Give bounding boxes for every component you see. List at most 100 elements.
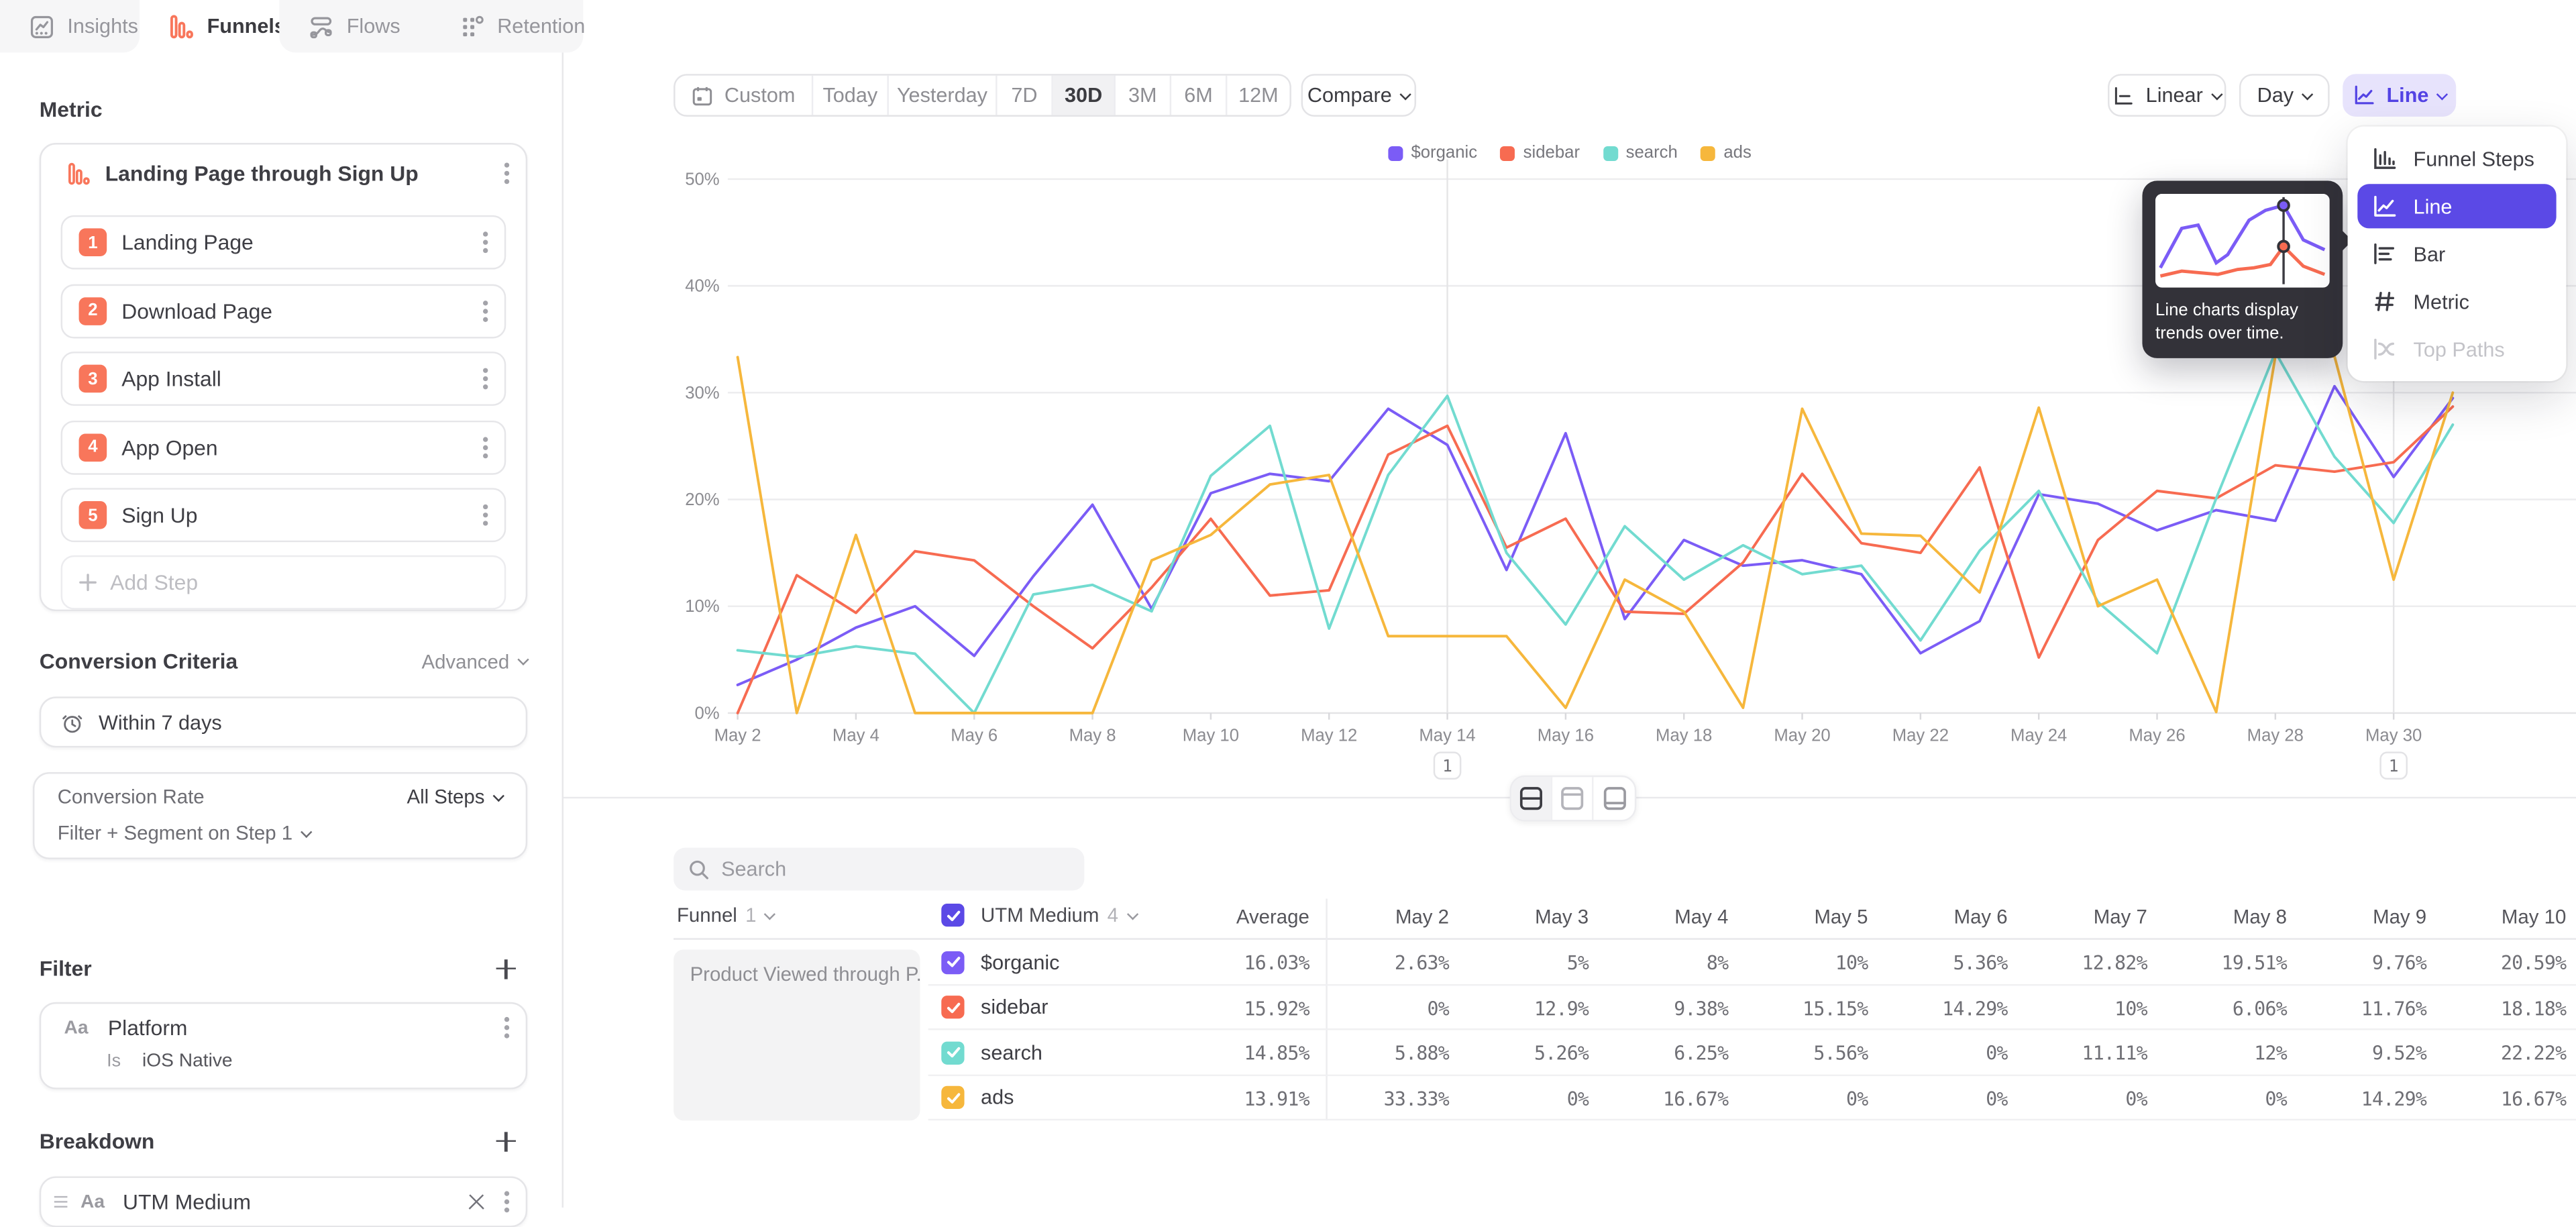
column-header-date[interactable]: May 3: [1457, 905, 1589, 928]
search-input[interactable]: [721, 857, 1050, 880]
breakdown-card[interactable]: Aa UTM Medium: [40, 1176, 527, 1227]
funnel-step-row[interactable]: 2Download Page: [61, 283, 506, 337]
svg-text:May 16: May 16: [1538, 726, 1594, 745]
funnel-metric-card: Landing Page through Sign Up 1Landing Pa…: [40, 143, 527, 611]
date-value: 19.51%: [2155, 951, 2287, 974]
menu-item-top-paths[interactable]: Top Paths: [2357, 327, 2556, 371]
range-3m[interactable]: 3M: [1116, 76, 1171, 115]
funnel-step-row[interactable]: 4App Open: [61, 420, 506, 474]
series-cell: ads: [941, 1075, 1014, 1120]
column-header-average[interactable]: Average: [1178, 905, 1309, 928]
menu-item-metric[interactable]: Metric: [2357, 279, 2556, 323]
svg-text:10%: 10%: [685, 597, 719, 616]
chevron-down-icon: [1126, 908, 1138, 919]
scale-dropdown[interactable]: Linear: [2108, 74, 2226, 117]
column-header-date[interactable]: May 5: [1737, 905, 1868, 928]
conversion-window-card[interactable]: Within 7 days: [40, 696, 527, 747]
tooltip-text: Line charts display trends over time.: [2155, 299, 2330, 345]
date-value: 12.82%: [2016, 951, 2147, 974]
range-yesterday[interactable]: Yesterday: [889, 76, 998, 115]
svg-text:1: 1: [2389, 756, 2399, 776]
series-checkbox[interactable]: [941, 996, 964, 1019]
date-value: 5.56%: [1737, 1042, 1868, 1065]
series-checkbox[interactable]: [941, 1086, 964, 1109]
add-breakdown-button[interactable]: [496, 1131, 516, 1151]
date-value: 18.18%: [2434, 996, 2566, 1019]
select-all-checkbox[interactable]: [941, 904, 964, 926]
search-icon: [688, 859, 710, 880]
range-custom[interactable]: Custom: [676, 76, 814, 115]
step-label: App Install: [121, 366, 483, 391]
tab-insights[interactable]: Insights: [0, 0, 140, 52]
conversion-rate-steps-dropdown[interactable]: All Steps: [407, 786, 502, 808]
layout-top-panel-button[interactable]: [1552, 777, 1593, 820]
step-menu-button[interactable]: [483, 436, 488, 458]
menu-item-label: Metric: [2414, 290, 2469, 313]
metric-heading: Metric: [40, 97, 103, 121]
filter-segment-dropdown[interactable]: Filter + Segment on Step 1: [58, 821, 311, 844]
breakdown-column-header[interactable]: UTM Medium 4: [941, 904, 1136, 926]
column-header-date[interactable]: May 2: [1318, 905, 1449, 928]
menu-item-funnel-steps[interactable]: Funnel Steps: [2357, 136, 2556, 180]
funnel-column-header[interactable]: Funnel 1: [677, 904, 774, 926]
menu-item-label: Line: [2414, 195, 2453, 217]
filter-menu-button[interactable]: [504, 1017, 509, 1038]
compare-label: Compare: [1307, 84, 1392, 107]
conversion-criteria-heading: Conversion Criteria: [40, 649, 237, 674]
step-menu-button[interactable]: [483, 231, 488, 253]
column-header-date[interactable]: May 6: [1876, 905, 2008, 928]
date-value: 5%: [1457, 951, 1589, 974]
svg-text:20%: 20%: [685, 490, 719, 509]
series-name: sidebar: [981, 996, 1048, 1019]
filter-card[interactable]: Aa Platform Is iOS Native: [40, 1002, 527, 1089]
range-7d[interactable]: 7D: [998, 76, 1053, 115]
funnel-step-row[interactable]: 3App Install: [61, 352, 506, 406]
svg-text:40%: 40%: [685, 277, 719, 296]
column-header-date[interactable]: May 8: [2155, 905, 2287, 928]
series-checkbox[interactable]: [941, 951, 964, 973]
funnel-step-row[interactable]: 1Landing Page: [61, 215, 506, 270]
scale-label: Linear: [2146, 84, 2203, 107]
range-today[interactable]: Today: [813, 76, 889, 115]
series-checkbox[interactable]: [941, 1041, 964, 1064]
column-header-date[interactable]: May 10: [2434, 905, 2566, 928]
interval-dropdown[interactable]: Day: [2239, 74, 2330, 117]
add-filter-button[interactable]: [496, 959, 516, 978]
step-label: Download Page: [121, 298, 483, 323]
remove-breakdown-icon[interactable]: [468, 1193, 484, 1210]
step-menu-button[interactable]: [483, 368, 488, 390]
range-label: 30D: [1065, 84, 1102, 107]
breakdown-heading: Breakdown: [40, 1128, 155, 1153]
table-row: ads13.91%33.33%0%16.67%0%0%0%0%14.29%16.…: [674, 1075, 2576, 1120]
column-header-date[interactable]: May 4: [1597, 905, 1728, 928]
series-name: search: [981, 1041, 1042, 1064]
funnel-step-row[interactable]: 5Sign Up: [61, 488, 506, 542]
range-12m[interactable]: 12M: [1227, 76, 1289, 115]
chart-type-tooltip: Line charts display trends over time.: [2142, 180, 2343, 358]
table-row: search14.85%5.88%5.26%6.25%5.56%0%11.11%…: [674, 1030, 2576, 1075]
advanced-dropdown[interactable]: Advanced: [421, 650, 527, 673]
breakdown-menu-button[interactable]: [504, 1191, 509, 1213]
column-header-date[interactable]: May 7: [2016, 905, 2147, 928]
range-label: Yesterday: [897, 84, 987, 107]
chart-type-dropdown[interactable]: Line: [2343, 74, 2456, 117]
tab-funnels[interactable]: Funnels: [140, 0, 279, 52]
funnel-menu-button[interactable]: [504, 162, 509, 184]
svg-text:50%: 50%: [685, 170, 719, 189]
tab-retention[interactable]: Retention: [430, 0, 615, 52]
add-step-button[interactable]: Add Step: [61, 555, 506, 610]
step-menu-button[interactable]: [483, 504, 488, 526]
step-menu-button[interactable]: [483, 300, 488, 321]
compare-button[interactable]: Compare: [1301, 74, 1416, 117]
layout-split-horizontal-button[interactable]: [1511, 777, 1552, 820]
range-30d[interactable]: 30D: [1053, 76, 1116, 115]
table-row: sidebar15.92%0%12.9%9.38%15.15%14.29%10%…: [674, 985, 2576, 1030]
column-header-date[interactable]: May 9: [2295, 905, 2426, 928]
tab-flows[interactable]: Flows: [279, 0, 429, 52]
range-6m[interactable]: 6M: [1171, 76, 1227, 115]
drag-handle-icon[interactable]: [54, 1196, 68, 1208]
table-row: $organic16.03%2.63%5%8%10%5.36%12.82%19.…: [674, 940, 2576, 985]
layout-bottom-panel-button[interactable]: [1594, 777, 1635, 820]
menu-item-line[interactable]: Line: [2357, 184, 2556, 228]
menu-item-bar[interactable]: Bar: [2357, 231, 2556, 276]
